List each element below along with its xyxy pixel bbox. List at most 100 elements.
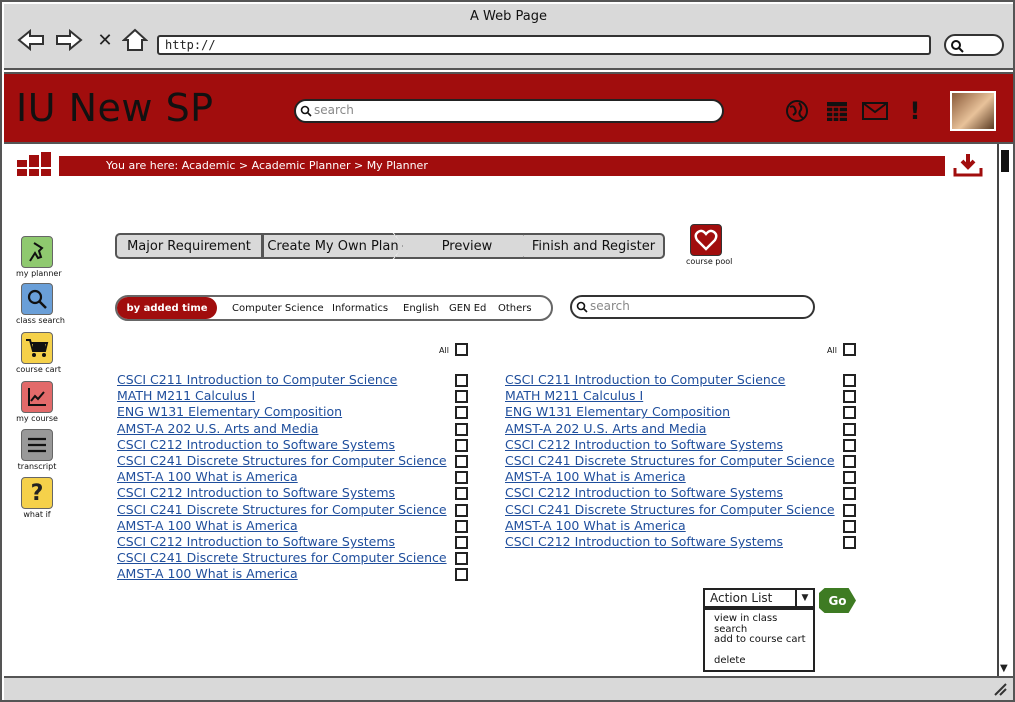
course-checkbox[interactable] [843, 504, 856, 517]
course-checkbox[interactable] [455, 439, 468, 452]
course-checkbox[interactable] [843, 471, 856, 484]
course-link[interactable]: AMST-A 100 What is America [117, 519, 298, 533]
course-checkbox[interactable] [843, 487, 856, 500]
filter-informatics[interactable]: Informatics [332, 303, 388, 314]
course-checkbox[interactable] [843, 423, 856, 436]
course-checkbox[interactable] [843, 390, 856, 403]
course-link[interactable]: AMST-A 100 What is America [117, 470, 298, 484]
sidebar-item-course-cart[interactable]: course cart [16, 332, 61, 374]
home-icon[interactable] [120, 26, 150, 54]
step-major-requirement[interactable]: Major Requirement [115, 233, 263, 259]
course-checkbox[interactable] [455, 374, 468, 387]
course-link[interactable]: CSCI C212 Introduction to Software Syste… [117, 535, 395, 549]
course-checkbox[interactable] [455, 504, 468, 517]
course-checkbox[interactable] [843, 536, 856, 549]
calendar-icon[interactable] [824, 98, 850, 124]
url-input[interactable]: http:// [157, 35, 931, 55]
alert-icon[interactable]: ! [902, 97, 928, 125]
select-all-checkbox-right[interactable] [843, 343, 856, 356]
step-finish-and-register[interactable]: Finish and Register [522, 233, 665, 259]
back-icon[interactable] [16, 26, 46, 54]
filter-gen-ed[interactable]: GEN Ed [449, 303, 486, 314]
select-all-label: All [827, 346, 837, 355]
resize-grip-icon[interactable] [991, 682, 1007, 696]
step-create-my-own-plan[interactable]: Create My Own Plan [262, 233, 404, 259]
course-checkbox[interactable] [455, 423, 468, 436]
course-link[interactable]: AMST-A 202 U.S. Arts and Media [117, 422, 318, 436]
apps-grid-icon[interactable] [17, 152, 53, 180]
course-checkbox[interactable] [455, 390, 468, 403]
filter-others[interactable]: Others [498, 303, 532, 314]
course-pool-button[interactable]: course pool [686, 224, 732, 266]
sidebar-item-what-if[interactable]: ? what if [16, 477, 58, 519]
course-link[interactable]: CSCI C211 Introduction to Computer Scien… [117, 373, 397, 387]
course-checkbox[interactable] [843, 520, 856, 533]
course-search-input[interactable]: search [570, 295, 815, 319]
menu-item-view-in-class-search[interactable]: view in class search [714, 613, 813, 635]
course-link[interactable]: CSCI C212 Introduction to Software Syste… [505, 535, 783, 549]
course-link[interactable]: AMST-A 100 What is America [117, 567, 298, 581]
sidebar-item-my-course[interactable]: my course [16, 381, 58, 423]
course-checkbox[interactable] [455, 406, 468, 419]
course-checkbox[interactable] [455, 520, 468, 533]
scroll-thumb[interactable] [1001, 150, 1009, 172]
window-title: A Web Page [470, 9, 547, 24]
course-checkbox[interactable] [455, 455, 468, 468]
globe-icon[interactable] [784, 98, 810, 124]
status-bar [4, 676, 1013, 700]
course-link[interactable]: CSCI C212 Introduction to Software Syste… [505, 438, 783, 452]
breadcrumb: You are here: Academic > Academic Planne… [59, 156, 945, 176]
course-checkbox[interactable] [455, 568, 468, 581]
course-link[interactable]: CSCI C241 Discrete Structures for Comput… [505, 454, 835, 468]
course-link[interactable]: CSCI C241 Discrete Structures for Comput… [505, 503, 835, 517]
sidebar-item-class-search[interactable]: class search [16, 283, 65, 325]
course-link[interactable]: AMST-A 100 What is America [505, 470, 686, 484]
course-link[interactable]: CSCI C212 Introduction to Software Syste… [505, 486, 783, 500]
course-link[interactable]: CSCI C212 Introduction to Software Syste… [117, 438, 395, 452]
action-list-select[interactable]: Action List ▼ [703, 588, 815, 608]
course-checkbox[interactable] [455, 471, 468, 484]
filter-computer-science[interactable]: Computer Science [232, 303, 324, 314]
course-checkbox[interactable] [843, 406, 856, 419]
course-link[interactable]: CSCI C241 Discrete Structures for Comput… [117, 503, 447, 517]
course-checkbox[interactable] [843, 439, 856, 452]
course-checkbox[interactable] [843, 374, 856, 387]
course-checkbox[interactable] [455, 487, 468, 500]
browser-search[interactable] [944, 34, 1004, 56]
pin-icon [21, 236, 53, 268]
scroll-down-arrow-icon[interactable]: ▼ [1000, 663, 1008, 674]
sidebar-item-my-planner[interactable]: my planner [16, 236, 62, 278]
chevron-down-icon[interactable]: ▼ [795, 590, 813, 606]
menu-item-delete[interactable]: delete [714, 655, 746, 666]
stop-icon[interactable]: ✕ [90, 26, 120, 54]
step-preview[interactable]: Preview [394, 233, 540, 259]
select-all-checkbox-left[interactable] [455, 343, 468, 356]
question-icon: ? [21, 477, 53, 509]
course-link[interactable]: CSCI C241 Discrete Structures for Comput… [117, 551, 447, 565]
site-logo[interactable]: IU New SP [16, 86, 214, 130]
go-button[interactable]: Go [819, 588, 856, 613]
filter-by-added-time[interactable]: by added time [117, 297, 217, 319]
menu-item-add-to-course-cart[interactable]: add to course cart [714, 634, 805, 645]
site-search-input[interactable]: search [294, 99, 724, 123]
course-link[interactable]: CSCI C212 Introduction to Software Syste… [117, 486, 395, 500]
course-link[interactable]: MATH M211 Calculus I [117, 389, 255, 403]
browser-window: A Web Page ✕ http:// IU New SP search ! … [0, 0, 1015, 702]
sidebar-item-transcript[interactable]: transcript [16, 429, 58, 471]
course-checkbox[interactable] [455, 552, 468, 565]
forward-icon[interactable] [54, 26, 84, 54]
user-avatar[interactable] [950, 91, 996, 131]
filter-english[interactable]: English [403, 303, 439, 314]
course-checkbox[interactable] [455, 536, 468, 549]
mail-icon[interactable] [862, 98, 888, 124]
vertical-scrollbar[interactable]: ▼ [997, 144, 1013, 676]
download-icon[interactable] [952, 152, 984, 182]
course-link[interactable]: AMST-A 100 What is America [505, 519, 686, 533]
course-link[interactable]: ENG W131 Elementary Composition [505, 405, 730, 419]
course-link[interactable]: MATH M211 Calculus I [505, 389, 643, 403]
course-link[interactable]: CSCI C211 Introduction to Computer Scien… [505, 373, 785, 387]
course-link[interactable]: ENG W131 Elementary Composition [117, 405, 342, 419]
course-checkbox[interactable] [843, 455, 856, 468]
course-link[interactable]: CSCI C241 Discrete Structures for Comput… [117, 454, 447, 468]
course-link[interactable]: AMST-A 202 U.S. Arts and Media [505, 422, 706, 436]
